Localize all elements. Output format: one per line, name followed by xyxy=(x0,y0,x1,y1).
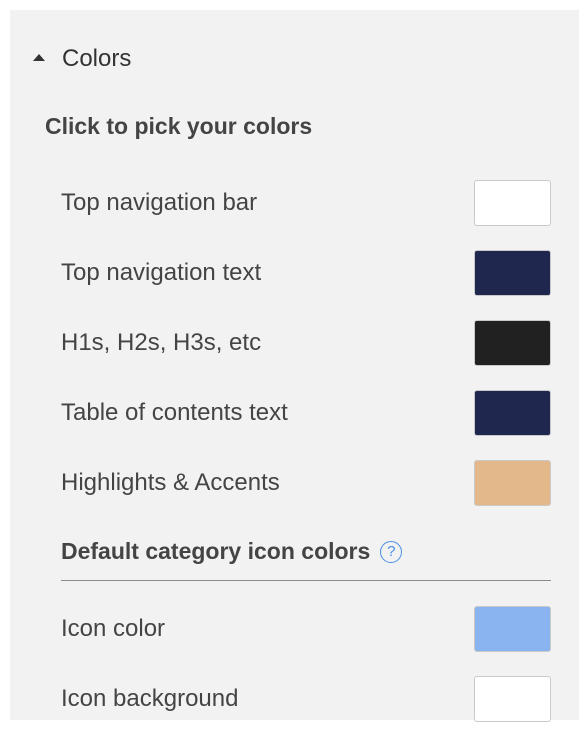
color-row-icon-color: Icon color xyxy=(61,605,551,653)
pick-colors-heading: Click to pick your colors xyxy=(45,113,313,139)
color-label: Icon background xyxy=(61,685,239,712)
color-label: Table of contents text xyxy=(61,399,288,426)
color-row-icon-background: Icon background xyxy=(61,675,551,723)
color-row-top-nav-bar: Top navigation bar xyxy=(61,179,551,227)
section-title: Colors xyxy=(62,45,132,72)
color-label: H1s, H2s, H3s, etc xyxy=(61,329,262,356)
divider xyxy=(61,580,551,581)
colors-section-toggle[interactable]: Colors xyxy=(33,44,131,74)
color-row-highlights: Highlights & Accents xyxy=(61,459,551,507)
icon-colors-heading: Default category icon colors ? xyxy=(61,538,403,565)
color-label: Top navigation text xyxy=(61,259,262,286)
color-row-headings: H1s, H2s, H3s, etc xyxy=(61,319,551,367)
color-swatch-highlights[interactable] xyxy=(474,460,551,506)
color-row-toc-text: Table of contents text xyxy=(61,389,551,437)
caret-up-icon xyxy=(33,54,45,61)
color-swatch-toc-text[interactable] xyxy=(474,390,551,436)
icon-colors-heading-label: Default category icon colors xyxy=(61,538,371,564)
color-swatch-icon-color[interactable] xyxy=(474,606,551,652)
color-label: Highlights & Accents xyxy=(61,469,280,496)
color-swatch-top-nav-bar[interactable] xyxy=(474,180,551,226)
color-label: Icon color xyxy=(61,615,166,642)
color-swatch-headings[interactable] xyxy=(474,320,551,366)
color-label: Top navigation bar xyxy=(61,189,258,216)
color-swatch-top-nav-text[interactable] xyxy=(474,250,551,296)
help-circle-icon[interactable]: ? xyxy=(380,540,403,563)
color-swatch-icon-background[interactable] xyxy=(474,676,551,722)
color-row-top-nav-text: Top navigation text xyxy=(61,249,551,297)
